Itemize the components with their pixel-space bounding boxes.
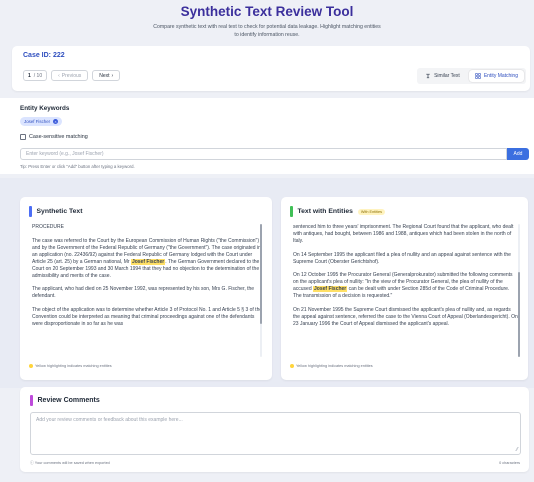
review-comments-textarea[interactable]: Add your review comments or feedback abo… bbox=[30, 412, 521, 455]
previous-label: Previous bbox=[61, 72, 82, 79]
case-navigation-card: Case ID: 222 1 / 10 ‹ Previous Next › Si… bbox=[12, 46, 530, 91]
review-header: Review Comments bbox=[30, 395, 100, 406]
text-segment: The object of the application was to det… bbox=[32, 306, 263, 327]
current-page: 1 bbox=[28, 72, 31, 79]
remove-chip-icon[interactable]: × bbox=[53, 119, 59, 124]
synthetic-scrollbar[interactable] bbox=[260, 224, 262, 357]
entity-panel-title: Text with Entities bbox=[297, 208, 353, 215]
keyword-input-placeholder: Enter keyword (e.g., Josef Fischer) bbox=[26, 151, 104, 157]
page-header: Synthetic Text Review Tool Compare synth… bbox=[0, 0, 534, 48]
text-segment: On 14 September 1995 the applicant filed… bbox=[293, 251, 511, 265]
previous-button[interactable]: ‹ Previous bbox=[51, 70, 89, 81]
case-id-label: Case ID: 222 bbox=[23, 52, 65, 59]
entity-chip-label: Josef Fischer bbox=[24, 119, 51, 124]
case-sensitive-option[interactable]: Case-sensitive matching bbox=[20, 134, 88, 140]
text-segment: PROCEDURE bbox=[32, 224, 64, 230]
mode-tabs: Similar Text Entity Matching bbox=[417, 68, 526, 84]
review-accent-bar bbox=[30, 395, 33, 406]
case-sensitive-label: Case-sensitive matching bbox=[29, 134, 88, 140]
case-sensitive-checkbox[interactable] bbox=[20, 134, 26, 140]
character-count: 0 characters bbox=[499, 461, 520, 465]
highlighted-entity: Josef Fischer bbox=[130, 258, 166, 265]
save-note: ⓘ Your comments will be saved when expor… bbox=[30, 461, 110, 466]
text-paragraph: The object of the application was to det… bbox=[32, 307, 266, 328]
synthetic-text-body[interactable]: PROCEDURE The case was referred to the Co… bbox=[32, 224, 266, 357]
pager: 1 / 10 ‹ Previous Next › bbox=[23, 70, 121, 81]
text-paragraph: sentenced him to three years' imprisonme… bbox=[293, 224, 519, 245]
next-label: Next bbox=[99, 72, 110, 79]
review-comments-card: Review Comments Add your review comments… bbox=[20, 387, 529, 472]
text-segment: On 21 November 1995 the Supreme Court di… bbox=[293, 306, 518, 327]
text-segment: sentenced him to three years' imprisonme… bbox=[293, 224, 514, 244]
text-icon bbox=[426, 73, 430, 79]
add-keyword-button[interactable]: Add bbox=[507, 148, 529, 160]
tab-entity-matching[interactable]: Entity Matching bbox=[468, 70, 524, 82]
page-number-input[interactable]: 1 / 10 bbox=[23, 70, 48, 81]
synthetic-scrollbar-thumb[interactable] bbox=[260, 224, 262, 324]
text-paragraph: The applicant, who had died on 25 Novemb… bbox=[32, 286, 266, 300]
review-placeholder: Add your review comments or feedback abo… bbox=[36, 417, 183, 423]
synthetic-footer-text: Yellow highlighting indicates matching e… bbox=[35, 364, 112, 368]
text-paragraph: On 14 September 1995 the applicant filed… bbox=[293, 252, 519, 266]
entity-footer-text: Yellow highlighting indicates matching e… bbox=[296, 364, 373, 368]
chevron-left-icon: ‹ bbox=[58, 72, 60, 79]
entity-panel-footer: Yellow highlighting indicates matching e… bbox=[290, 364, 373, 368]
highlighted-entity: Josef Fischer bbox=[313, 286, 348, 292]
entity-icon bbox=[475, 73, 481, 79]
highlight-legend-icon bbox=[290, 364, 294, 368]
text-paragraph: On 21 November 1995 the Supreme Court di… bbox=[293, 307, 519, 328]
text-paragraph: PROCEDURE bbox=[32, 224, 266, 231]
entity-scrollbar[interactable] bbox=[518, 224, 520, 357]
page-subtitle: Compare synthetic text with real text to… bbox=[153, 24, 381, 38]
tab-entity-matching-label: Entity Matching bbox=[483, 73, 518, 79]
entity-keywords-section: Entity Keywords Josef Fischer × Case-sen… bbox=[0, 98, 534, 174]
page-title: Synthetic Text Review Tool bbox=[180, 4, 354, 19]
info-icon: ⓘ bbox=[30, 461, 34, 465]
with-entities-badge: With Entities bbox=[357, 208, 385, 215]
keyword-input[interactable]: Enter keyword (e.g., Josef Fischer) bbox=[20, 148, 507, 160]
synthetic-panel-title: Synthetic Text bbox=[36, 208, 83, 215]
synthetic-accent-bar bbox=[29, 206, 32, 217]
review-title: Review Comments bbox=[37, 397, 100, 404]
total-pages: / 10 bbox=[33, 72, 43, 79]
text-paragraph: On 12 October 1995 the Procurator Genera… bbox=[293, 272, 519, 300]
tab-similar-text[interactable]: Similar Text bbox=[419, 70, 466, 82]
synthetic-text-panel: Synthetic Text PROCEDURE The case was ref… bbox=[20, 197, 272, 380]
synthetic-panel-header: Synthetic Text bbox=[29, 206, 82, 217]
text-paragraph: The case was referred to the Court by th… bbox=[32, 238, 266, 280]
synthetic-panel-footer: Yellow highlighting indicates matching e… bbox=[29, 364, 112, 368]
entity-accent-bar bbox=[290, 206, 293, 217]
resize-handle-icon[interactable]: ⁄⁄ bbox=[516, 447, 518, 453]
save-note-text: Your comments will be saved when exporte… bbox=[34, 461, 110, 465]
entity-text-body[interactable]: sentenced him to three years' imprisonme… bbox=[293, 224, 519, 357]
entity-text-panel: Text with Entities With Entities sentenc… bbox=[281, 197, 528, 380]
text-segment: The applicant, who had died on 25 Novemb… bbox=[32, 286, 255, 299]
chevron-right-icon: › bbox=[111, 72, 114, 79]
tab-similar-text-label: Similar Text bbox=[434, 73, 460, 79]
entity-panel-header: Text with Entities With Entities bbox=[290, 206, 385, 217]
entity-scrollbar-thumb[interactable] bbox=[518, 272, 520, 357]
entity-chip: Josef Fischer × bbox=[20, 117, 63, 126]
keyword-tip: Tip: Press Enter or click "Add" button a… bbox=[20, 164, 135, 169]
entity-keywords-title: Entity Keywords bbox=[20, 105, 70, 112]
highlight-legend-icon bbox=[29, 364, 33, 368]
next-button[interactable]: Next › bbox=[92, 70, 121, 81]
